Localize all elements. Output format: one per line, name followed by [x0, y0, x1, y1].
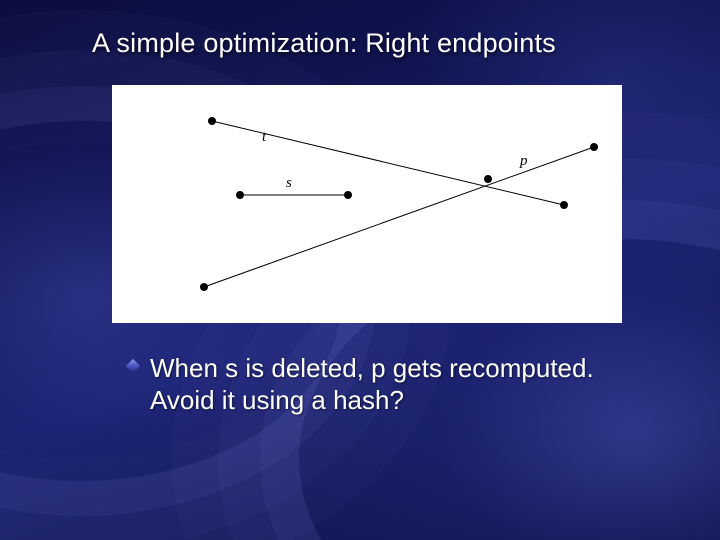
point-u-right	[590, 143, 598, 151]
body-text-block: When s is deleted, p gets recomputed. Av…	[150, 353, 640, 416]
label-p: p	[519, 153, 528, 169]
slide-title: A simple optimization: Right endpoints	[92, 28, 670, 59]
body-line: When s is deleted, p gets recomputed. Av…	[150, 353, 640, 416]
diagram-points	[200, 117, 598, 291]
label-s: s	[286, 175, 292, 191]
diagram-lines	[204, 121, 594, 287]
diagram-svg: t s p	[112, 85, 622, 323]
slide: A simple optimization: Right endpoints t…	[0, 0, 720, 540]
point-p	[484, 175, 492, 183]
point-v-right	[560, 201, 568, 209]
point-t-left	[208, 117, 216, 125]
point-s-right	[344, 191, 352, 199]
line-diag	[204, 147, 594, 287]
diamond-bullet-icon	[126, 359, 140, 373]
diagram-figure: t s p	[112, 85, 622, 323]
point-w-left	[200, 283, 208, 291]
label-t: t	[262, 129, 267, 145]
point-s-left	[236, 191, 244, 199]
